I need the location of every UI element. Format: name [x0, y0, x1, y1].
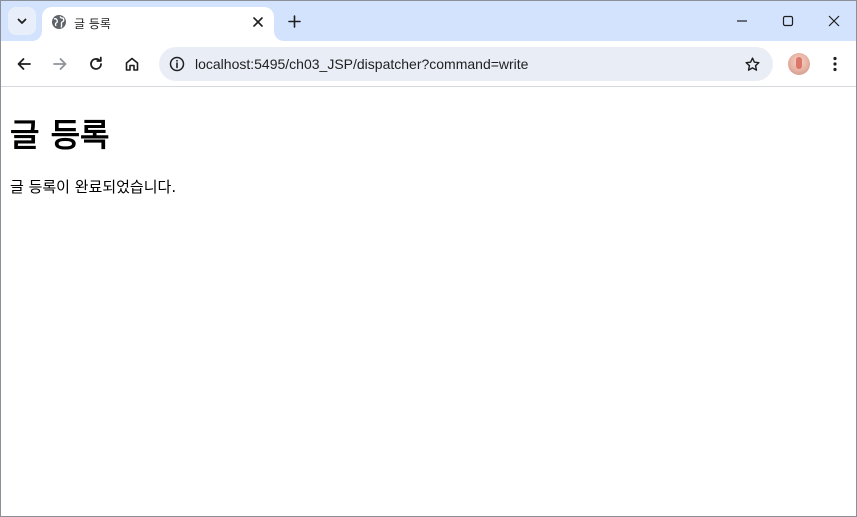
- chevron-down-icon: [16, 15, 28, 27]
- page-content: 글 등록 글 등록이 완료되었습니다.: [1, 88, 856, 516]
- reload-button[interactable]: [80, 48, 112, 80]
- minimize-button[interactable]: [719, 1, 765, 41]
- browser-window: 글 등록 localhost:5495/ch03_JSP/dispatcher?…: [0, 0, 857, 517]
- new-tab-button[interactable]: [282, 10, 306, 32]
- success-message: 글 등록이 완료되었습니다.: [10, 178, 177, 196]
- maximize-button[interactable]: [765, 1, 811, 41]
- address-bar[interactable]: localhost:5495/ch03_JSP/dispatcher?comma…: [159, 47, 773, 81]
- close-icon: [253, 17, 263, 27]
- plus-icon: [287, 14, 301, 28]
- arrow-right-icon: [52, 56, 68, 72]
- close-window-button[interactable]: [811, 1, 856, 41]
- back-button[interactable]: [8, 48, 40, 80]
- tab-close-button[interactable]: [248, 12, 268, 32]
- page-title: 글 등록: [10, 116, 110, 154]
- arrow-left-icon: [16, 56, 32, 72]
- minimize-icon: [736, 15, 748, 27]
- maximize-icon: [782, 15, 794, 27]
- browser-menu-button[interactable]: [819, 48, 851, 80]
- forward-button[interactable]: [44, 48, 76, 80]
- tab-strip: 글 등록: [1, 1, 856, 41]
- info-icon[interactable]: [165, 52, 189, 76]
- globe-icon: [51, 14, 67, 30]
- star-icon[interactable]: [741, 53, 763, 75]
- kebab-menu-icon: [833, 56, 837, 72]
- browser-toolbar: localhost:5495/ch03_JSP/dispatcher?comma…: [1, 41, 856, 87]
- tab-active[interactable]: 글 등록: [42, 7, 274, 41]
- home-icon: [124, 56, 140, 72]
- tab-title: 글 등록: [74, 17, 111, 31]
- reload-icon: [88, 56, 104, 72]
- close-icon: [828, 15, 840, 27]
- address-url[interactable]: localhost:5495/ch03_JSP/dispatcher?comma…: [195, 56, 528, 72]
- profile-avatar[interactable]: [788, 53, 810, 75]
- home-button[interactable]: [116, 48, 148, 80]
